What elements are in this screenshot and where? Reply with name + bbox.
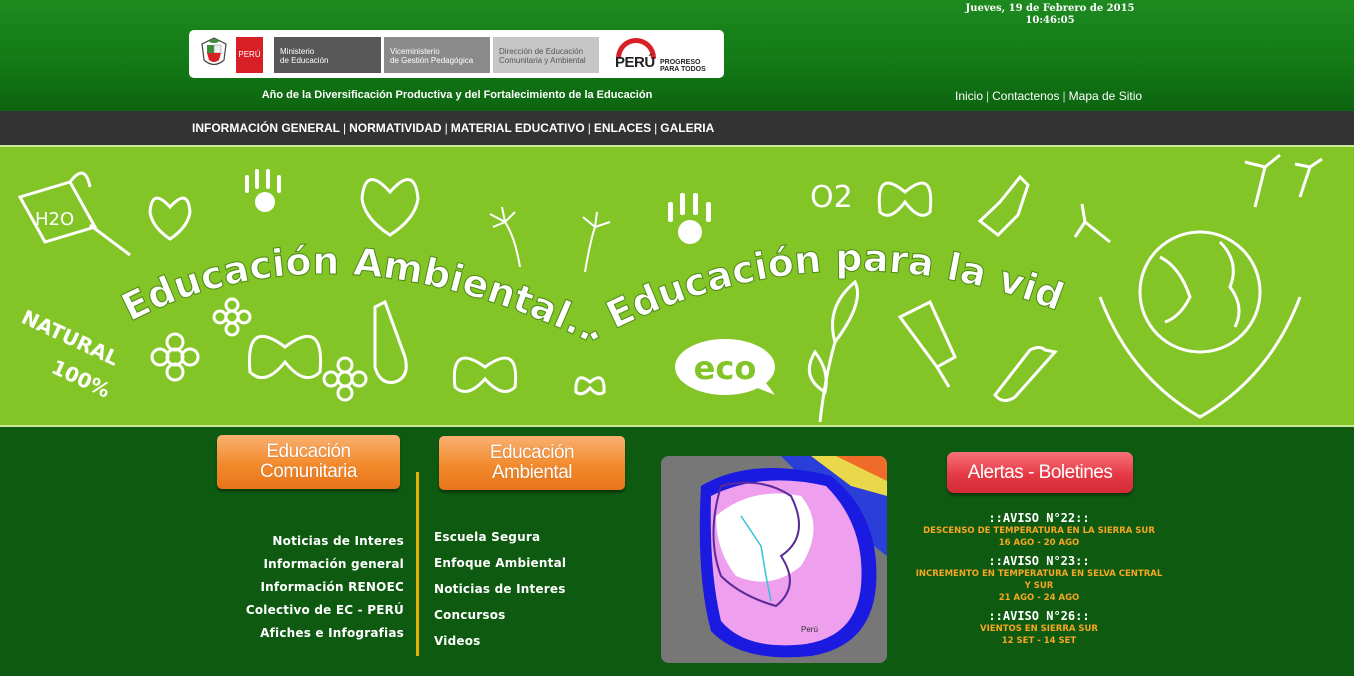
ambiental-line-2: Ambiental [492,462,573,483]
separator: | [1062,89,1066,103]
alert-title: ::AVISO N°26:: [988,609,1090,623]
alert-text: DESCENSO DE TEMPERATURA EN LA SIERRA SUR [923,526,1155,536]
peru-badge: PERÚ [236,37,263,73]
lightbulb-icon [897,299,957,388]
link-enfoque-ambiental[interactable]: Enfoque Ambiental [434,550,634,576]
link-contactenos[interactable]: Contactenos [992,89,1059,103]
link-colectivo-ec-peru[interactable]: Colectivo de EC - PERÚ [230,599,404,622]
comunitaria-line-2: Comunitaria [260,461,357,482]
link-afiches-infografias[interactable]: Afiches e Infografias [230,622,404,645]
alert-title: ::AVISO N°22:: [988,511,1090,525]
map-label: Perú [801,625,818,634]
separator: | [986,89,990,103]
link-noticias-de-interes[interactable]: Noticias de Interes [230,530,404,553]
viceministerio-line-2: de Gestión Pedagógica [390,56,474,65]
link-concursos[interactable]: Concursos [434,602,634,628]
separator: | [343,121,347,135]
viceministerio-line-1: Viceministerio [390,47,440,56]
ministerio-line-2: de Educación [280,56,329,65]
alert-dates: 12 SET - 14 SET [1001,636,1077,646]
ministerio-logo: Ministerio de Educación [274,37,381,73]
separator: | [654,121,658,135]
link-informacion-renoec[interactable]: Información RENOEC [230,576,404,599]
link-inicio[interactable]: Inicio [955,89,983,103]
coat-of-arms-icon [201,37,227,66]
separator: | [587,121,591,135]
direccion-logo: Dirección de Educación Comunitaria y Amb… [493,37,599,73]
alert-item[interactable]: ::AVISO N°23:: INCREMENTO EN TEMPERATURA… [905,555,1173,604]
ambiental-links: Escuela Segura Enfoque Ambiental Noticia… [434,524,634,654]
column-divider [416,472,419,656]
hand-print-icon [668,193,711,244]
brand-word: PERÚ [615,54,655,71]
date-time: Jueves, 19 de Febrero de 2015 10:46:05 [950,3,1150,27]
alert-item[interactable]: ::AVISO N°22:: DESCENSO DE TEMPERATURA E… [905,512,1173,549]
peru-progreso-logo: PERÚ PROGRESO PARA TODOS [614,36,719,74]
alert-item[interactable]: ::AVISO N°26:: VIENTOS EN SIERRA SUR 12 … [905,610,1173,647]
alert-dates: 21 AGO - 24 AGO [998,593,1080,603]
educacion-comunitaria-button[interactable]: Educación Comunitaria [217,435,400,489]
weather-map[interactable]: Perú [661,456,887,663]
link-escuela-segura[interactable]: Escuela Segura [434,524,634,550]
comunitaria-links: Noticias de Interes Información general … [230,530,404,645]
brand-tagline: PROGRESO PARA TODOS [660,59,706,73]
current-time: 10:46:05 [1025,15,1075,26]
o2-label: O2 [810,180,853,215]
direccion-line-2: Comunitaria y Ambiental [499,56,586,65]
tagline-line-1: PROGRESO [660,59,701,66]
institution-logo-bar[interactable]: PERÚ Ministerio de Educación Viceministe… [189,30,724,78]
top-links: Inicio | Contactenos | Mapa de Sitio [955,89,1142,103]
heart-icon [148,196,192,241]
link-informacion-general[interactable]: Información general [230,553,404,576]
ambiental-line-1: Educación [489,442,575,463]
alertas-boletines-button[interactable]: Alertas - Boletines [947,452,1133,493]
nav-informacion-general[interactable]: INFORMACIÓN GENERAL [192,121,340,135]
alert-text: VIENTOS EN SIERRA SUR [980,624,1098,634]
ministerio-line-1: Ministerio [280,47,315,56]
alert-dates: 16 AGO - 20 AGO [998,538,1080,548]
globe-hands-icon [1073,153,1323,419]
h2o-label: H2O [35,209,74,230]
eco-label: eco [694,349,757,387]
link-videos[interactable]: Videos [434,628,634,654]
nav-menu: INFORMACIÓN GENERAL | NORMATIVIDAD | MATERIA… [192,121,714,135]
alert-text: Y SUR [1024,581,1054,591]
alerts-list: ::AVISO N°22:: DESCENSO DE TEMPERATURA E… [905,512,1173,653]
tagline-line-2: PARA TODOS [660,66,706,73]
nav-enlaces[interactable]: ENLACES [594,121,651,135]
hero-banner: Educación Ambiental... Educación para la… [0,145,1354,427]
banner-title: Educación Ambiental... Educación para la… [0,147,1070,350]
direccion-line-1: Dirección de Educación [499,47,584,56]
educacion-ambiental-button[interactable]: Educación Ambiental [439,436,625,490]
nav-normatividad[interactable]: NORMATIVIDAD [349,121,441,135]
nav-galeria[interactable]: GALERIA [660,121,714,135]
satellite-map-image: Perú [661,456,887,663]
viceministerio-logo: Viceministerio de Gestión Pedagógica [384,37,490,73]
alert-title: ::AVISO N°23:: [988,554,1090,568]
link-noticias-de-interes-ambiental[interactable]: Noticias de Interes [434,576,634,602]
alert-text: INCREMENTO EN TEMPERATURA EN SELVA CENTR… [915,569,1163,579]
site-header: Jueves, 19 de Febrero de 2015 10:46:05 P… [0,0,1354,111]
main-nav: INFORMACIÓN GENERAL | NORMATIVIDAD | MATERIA… [0,111,1354,145]
dandelion-icon [489,206,611,273]
current-date: Jueves, 19 de Febrero de 2015 [965,3,1135,14]
heart-icon [360,178,420,237]
banner-illustration: Educación Ambiental... Educación para la… [0,147,1323,423]
separator: | [444,121,448,135]
nav-material-educativo[interactable]: MATERIAL EDUCATIVO [451,121,585,135]
hand-print-icon [245,169,281,212]
comunitaria-line-1: Educación [266,441,351,462]
plant-icon [807,279,859,423]
link-mapa-de-sitio[interactable]: Mapa de Sitio [1069,89,1142,103]
year-motto: Año de la Diversificación Productiva y d… [261,89,653,101]
flower-icon [150,297,368,402]
eco-badge: eco [675,339,775,395]
